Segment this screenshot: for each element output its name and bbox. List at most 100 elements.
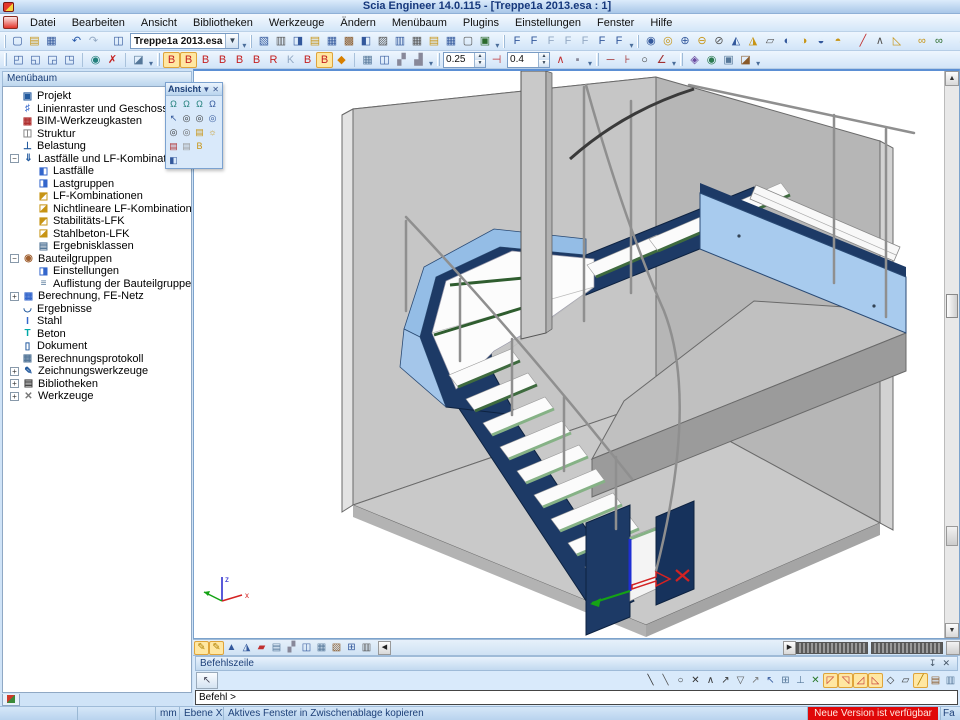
result-a-icon[interactable]: ▞ — [393, 52, 410, 68]
toolbar-overflow-icon[interactable]: ▾ — [628, 41, 635, 50]
clipboard-icon[interactable]: ▤ — [425, 33, 442, 49]
snap-cursor-icon[interactable]: ↖ — [763, 673, 778, 688]
spinner-up-icon[interactable]: ▲ — [475, 53, 485, 60]
cursor-mode-button[interactable]: ↖ — [196, 672, 218, 689]
expand-icon[interactable]: + — [10, 367, 19, 376]
scale-spinner[interactable]: 0.25 ▲▼ — [443, 52, 486, 68]
render-3d-icon[interactable]: ◧ — [167, 153, 180, 167]
toolbar-handle[interactable] — [680, 53, 683, 66]
table-edit-icon[interactable]: ▦ — [442, 33, 459, 49]
tree-item-berechnungsprotokoll[interactable]: ▦Berechnungsprotokoll — [7, 353, 191, 366]
menu-bibliotheken[interactable]: Bibliotheken — [185, 15, 261, 31]
load-minus-icon[interactable]: B — [299, 52, 316, 68]
load-point-icon[interactable]: ◆ — [333, 52, 350, 68]
expand-icon[interactable]: + — [10, 379, 19, 388]
rotate-up-icon[interactable]: ◭ — [727, 33, 744, 49]
snap-tangent-icon[interactable]: ↗ — [748, 673, 763, 688]
delete-brush-icon[interactable]: ✗ — [104, 52, 121, 68]
document-icon[interactable]: ▨ — [374, 33, 391, 49]
spinner-down-icon[interactable]: ▼ — [475, 60, 485, 67]
tree-item-werkzeuge[interactable]: +✕Werkzeuge — [7, 390, 191, 403]
new-document-icon[interactable]: ▢ — [459, 33, 476, 49]
spinner-buttons[interactable]: ▲▼ — [474, 53, 485, 67]
tree-item-lf-kombinationen[interactable]: ◩LF-Kombinationen — [7, 190, 191, 203]
window-copy-icon[interactable]: ◲ — [44, 52, 61, 68]
scroll-left-icon[interactable]: ▶ — [783, 641, 796, 655]
print-preview-icon[interactable]: ◨ — [289, 33, 306, 49]
tree-item-nichtlineare-lf-kombinationen[interactable]: ◪Nichtlineare LF-Kombinationen — [7, 203, 191, 216]
toolbar-handle[interactable] — [4, 53, 7, 66]
tree-item-stahlbeton-lfk[interactable]: ◪Stahlbeton-LFK — [7, 228, 191, 241]
zoom-in-icon[interactable]: ◎ — [167, 125, 180, 139]
window-tile-icon[interactable]: ◱ — [27, 52, 44, 68]
tree-item-projekt[interactable]: ▣Projekt — [7, 90, 191, 103]
snap-corner-sw-icon[interactable]: ◺ — [868, 673, 883, 688]
scroll-up-icon[interactable]: ▲ — [945, 71, 959, 86]
zoom-all-icon[interactable]: ◎ — [180, 111, 193, 125]
table-view-icon[interactable]: ▥ — [359, 641, 374, 655]
snap-table-icon[interactable]: ▥ — [943, 673, 958, 688]
toolbar-overflow-icon[interactable]: ▾ — [241, 41, 248, 50]
load-up-icon[interactable]: B — [197, 52, 214, 68]
close-icon[interactable]: ✕ — [939, 658, 953, 669]
window-cascade-icon[interactable]: ◰ — [10, 52, 27, 68]
cursor-select-icon[interactable]: ↖ — [167, 111, 180, 125]
snap-ortho-icon[interactable]: ⊥ — [793, 673, 808, 688]
snap-circle-icon[interactable]: ○ — [673, 673, 688, 688]
snap-endpoint-icon[interactable]: ╲ — [643, 673, 658, 688]
tree-item-zeichnungswerkzeuge[interactable]: +✎Zeichnungswerkzeuge — [7, 365, 191, 378]
edit-wireframe-icon[interactable]: ✎ — [194, 641, 209, 655]
tree-item-beton[interactable]: TBeton — [7, 328, 191, 341]
load-r-icon[interactable]: R — [265, 52, 282, 68]
tree-item-ergebnisklassen[interactable]: ▤Ergebnisklassen — [7, 240, 191, 253]
search-members-icon[interactable]: ∞ — [913, 33, 930, 49]
node-tool-icon[interactable]: ◉ — [642, 33, 659, 49]
select-polygon-icon[interactable]: ◺ — [888, 33, 905, 49]
snap-cross-icon[interactable]: ✕ — [808, 673, 823, 688]
zoom-window-icon[interactable]: ◎ — [206, 111, 219, 125]
menu-fenster[interactable]: Fenster — [589, 15, 642, 31]
ansicht-palette[interactable]: Ansicht ▼ ✕ ΩΩΩΩ ↖◎◎◎ ◎◎▤☼ ▤▤B ◧ — [165, 82, 223, 169]
toolbar-handle[interactable] — [637, 35, 639, 48]
project-data-icon[interactable]: ▧ — [255, 33, 272, 49]
tree-item-stahl[interactable]: IStahl — [7, 315, 191, 328]
project-file-combo[interactable]: Treppe1a 2013.esa ▼ — [130, 33, 239, 49]
scale-left-icon[interactable]: ⊣ — [488, 52, 505, 68]
toolbar-overflow-icon[interactable]: ▾ — [428, 59, 435, 68]
toggle-labels-icon[interactable]: Ω — [193, 97, 206, 111]
search-nodes-icon[interactable]: ∞ — [930, 33, 947, 49]
status-units[interactable]: mm — [156, 707, 180, 720]
half-left-icon[interactable]: ◐ — [778, 33, 795, 49]
toggle-supports-icon[interactable]: Ω — [167, 97, 180, 111]
calculator-icon[interactable]: ▦ — [408, 33, 425, 49]
dimension-icon[interactable]: ▤ — [269, 641, 284, 655]
view-preset-1-icon[interactable]: F — [508, 33, 525, 49]
load-combi-icon[interactable]: B — [316, 52, 333, 68]
gem-icon[interactable]: ◈ — [686, 52, 703, 68]
load-dot-icon[interactable]: B — [248, 52, 265, 68]
line-tool-icon[interactable]: ─ — [602, 52, 619, 68]
toolbar-handle[interactable] — [157, 53, 160, 66]
toolbar-overflow-icon[interactable]: ▾ — [587, 59, 594, 68]
toolbar-overflow-icon[interactable]: ▾ — [148, 59, 155, 68]
half-right-icon[interactable]: ◑ — [795, 33, 812, 49]
load-k-icon[interactable]: K — [282, 52, 299, 68]
view-preset-2-icon[interactable]: F — [525, 33, 542, 49]
select-cursor-icon[interactable]: ∧ — [871, 33, 888, 49]
layers-icon[interactable]: ◫ — [299, 641, 314, 655]
print-data-icon[interactable]: ▥ — [391, 33, 408, 49]
view-preset-7-icon[interactable]: F — [610, 33, 627, 49]
tree-item-bim-werkzeugkasten[interactable]: ▦BIM-Werkzeugkasten — [7, 115, 191, 128]
edit-rendered-icon[interactable]: ✎ — [209, 641, 224, 655]
vertical-scroll-thumb[interactable] — [946, 294, 958, 318]
layer-icon[interactable]: ◪ — [737, 52, 754, 68]
paperspace-gallery-icon[interactable]: ◧ — [357, 33, 374, 49]
toggle-model-icon[interactable]: Ω — [206, 97, 219, 111]
open-view-icon[interactable]: ▤ — [193, 125, 206, 139]
add-tool-icon[interactable]: ⊕ — [676, 33, 693, 49]
pin-icon[interactable]: ↧ — [926, 658, 940, 669]
expand-icon[interactable]: + — [10, 392, 19, 401]
menu-menübaum[interactable]: Menübaum — [384, 15, 455, 31]
menu-ändern[interactable]: Ändern — [332, 15, 383, 31]
open-project-icon[interactable]: ▤ — [26, 33, 43, 49]
